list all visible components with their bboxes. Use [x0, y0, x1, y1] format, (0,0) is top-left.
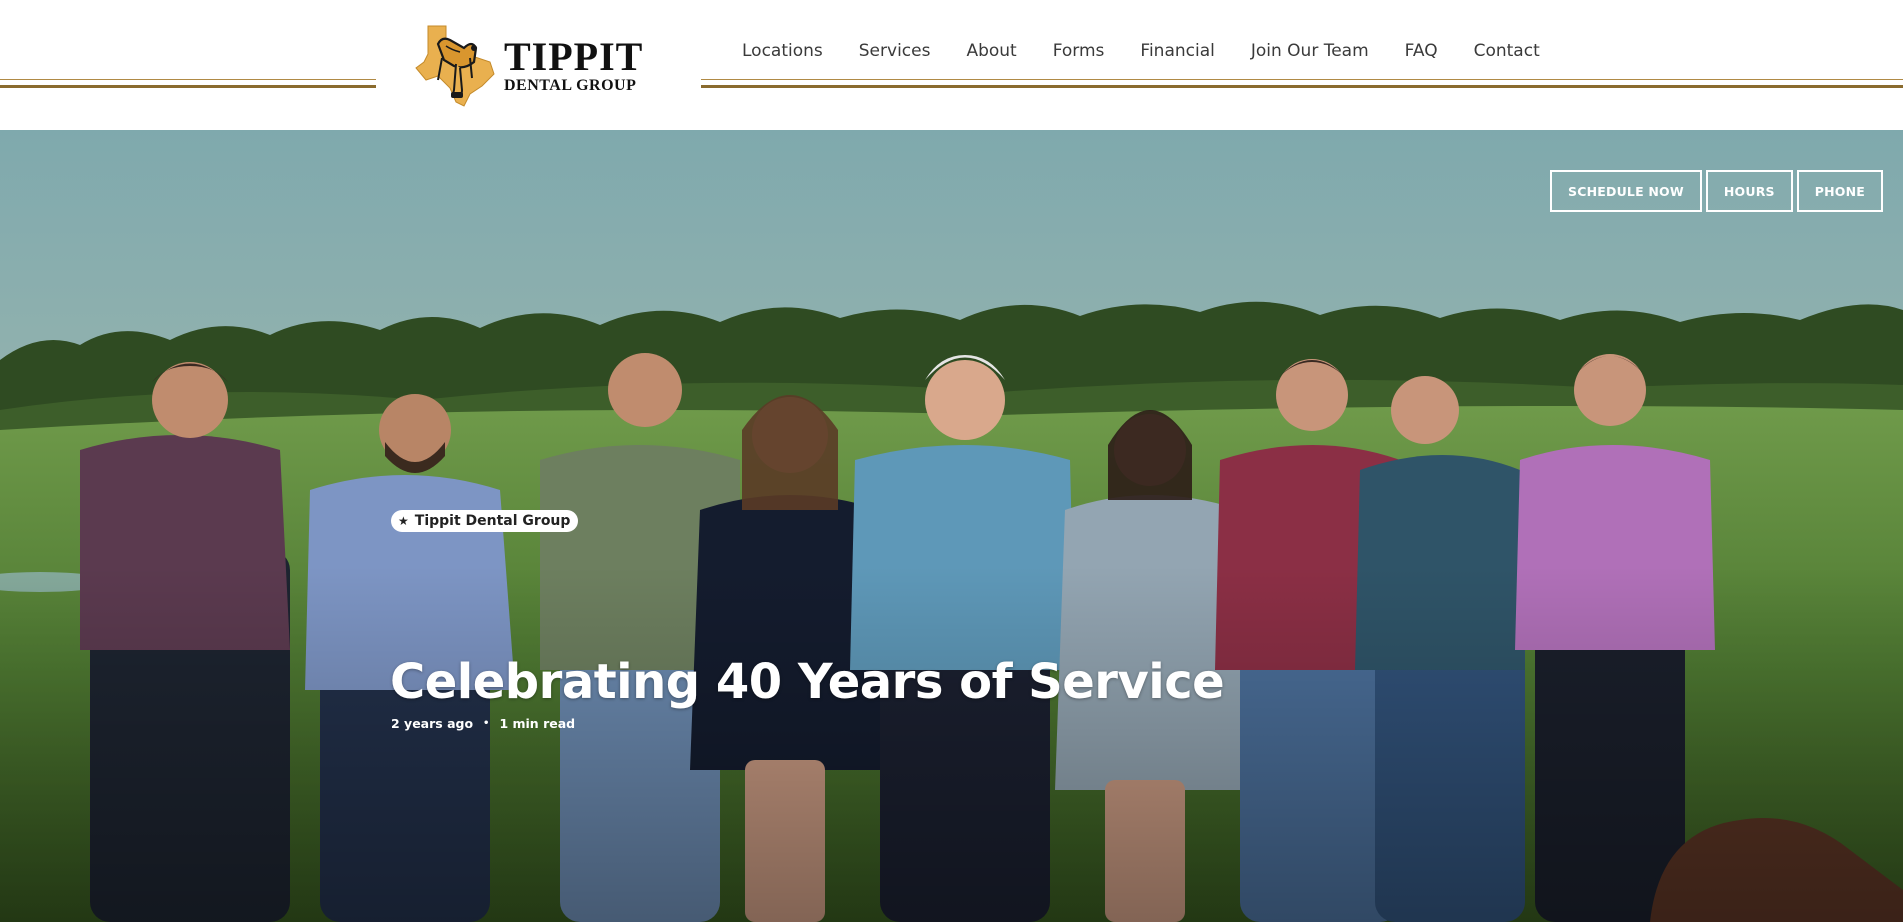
meta-separator-dot: •: [483, 718, 490, 729]
post-age: 2 years ago: [391, 716, 474, 731]
header-rule-right: [701, 79, 1903, 88]
header-rule-left: [0, 79, 376, 88]
category-badge[interactable]: ★ Tippit Dental Group: [391, 510, 579, 532]
site-logo[interactable]: TIPPIT DENTAL GROUP: [412, 22, 652, 108]
nav-item-faq[interactable]: FAQ: [1405, 41, 1438, 61]
nav-item-financial[interactable]: Financial: [1140, 41, 1214, 61]
nav-item-services[interactable]: Services: [859, 41, 931, 61]
nav-item-join-our-team[interactable]: Join Our Team: [1251, 41, 1369, 61]
category-badge-label: Tippit Dental Group: [414, 513, 571, 529]
logo-wordmark: TIPPIT DENTAL GROUP: [504, 33, 644, 94]
logo-subtitle: DENTAL GROUP: [504, 76, 637, 94]
post-read-time: 1 min read: [499, 716, 576, 731]
hero-section: SCHEDULE NOW HOURS PHONE ★ Tippit Dental…: [0, 130, 1903, 922]
logo-name: TIPPIT: [504, 33, 644, 79]
nav-item-forms[interactable]: Forms: [1053, 41, 1105, 61]
nav-item-about[interactable]: About: [966, 41, 1016, 61]
phone-button[interactable]: PHONE: [1796, 170, 1883, 212]
post-title[interactable]: Celebrating 40 Years of Service: [390, 654, 1225, 710]
saddle-texas-icon: [415, 25, 495, 107]
nav-item-locations[interactable]: Locations: [742, 41, 823, 61]
post-meta: 2 years ago • 1 min read: [391, 716, 575, 731]
cta-group: SCHEDULE NOW HOURS PHONE: [1550, 170, 1883, 212]
schedule-now-button[interactable]: SCHEDULE NOW: [1550, 170, 1702, 212]
hero-photo: [0, 130, 1903, 922]
main-nav: Locations Services About Forms Financial…: [742, 38, 1540, 64]
nav-item-contact[interactable]: Contact: [1474, 41, 1540, 61]
hours-button[interactable]: HOURS: [1705, 170, 1793, 212]
site-header: TIPPIT DENTAL GROUP Locations Services A…: [0, 0, 1903, 130]
star-icon: ★: [398, 514, 409, 528]
